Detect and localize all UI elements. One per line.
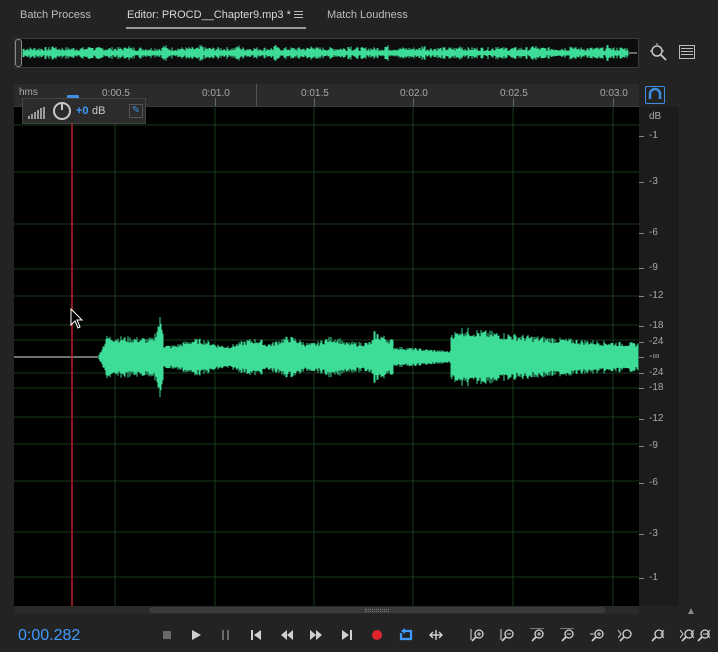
amplitude-hud: +0 dB ✎ — [22, 98, 146, 124]
db-scale-tick — [639, 182, 644, 183]
db-scale-tick — [639, 268, 644, 269]
level-meter-icon — [28, 106, 48, 119]
db-scale-tick — [639, 483, 644, 484]
zoom-full-icon[interactable] — [586, 626, 608, 644]
db-scale-tick — [639, 357, 644, 358]
pause-icon[interactable] — [215, 626, 237, 644]
zoom-in-amplitude-icon[interactable] — [466, 626, 488, 644]
rewind-icon[interactable] — [276, 626, 298, 644]
zoom-to-fit-icon[interactable] — [649, 42, 669, 62]
db-scale-tick — [639, 342, 644, 343]
db-scale-label: -24 — [649, 336, 664, 347]
zoom-in-at-end-icon[interactable] — [646, 626, 668, 644]
db-scale-label: -6 — [649, 227, 658, 238]
play-icon[interactable] — [185, 626, 207, 644]
gain-value[interactable]: +0 — [76, 105, 89, 117]
tab-batch-process[interactable]: Batch Process — [20, 9, 91, 21]
db-scale: dB -1 -3 -6 -9 -12 -18 -24 -∞ -24 -18 -12 -9 -6 -3 -1 — [639, 107, 679, 606]
db-scale-label: -3 — [649, 176, 658, 187]
db-scale-label: -18 — [649, 382, 664, 393]
db-scale-label: -9 — [649, 262, 658, 273]
zoom-out-amplitude-icon[interactable] — [496, 626, 518, 644]
db-scale-label: -24 — [649, 367, 664, 378]
overview-range-handle[interactable] — [15, 39, 22, 67]
gain-knob[interactable] — [53, 102, 71, 120]
ruler-tick — [413, 98, 414, 106]
db-scale-tick — [639, 233, 644, 234]
stop-icon[interactable] — [156, 626, 178, 644]
db-scale-label: -12 — [649, 413, 664, 424]
overview-wave-path — [22, 45, 629, 61]
ruler-marker — [256, 84, 257, 106]
db-scale-label: -6 — [649, 477, 658, 488]
waveform-editor[interactable] — [14, 107, 639, 606]
zoom-out-time-icon[interactable] — [556, 626, 578, 644]
waveform-path — [98, 317, 639, 397]
db-scale-tick — [639, 534, 644, 535]
pin-icon[interactable]: ✎ — [129, 104, 143, 118]
overview-waveform — [22, 45, 637, 61]
skip-selection-icon[interactable] — [425, 626, 447, 644]
db-scale-tick — [639, 446, 644, 447]
active-tab-underline — [126, 27, 306, 29]
go-to-start-icon[interactable] — [245, 626, 267, 644]
db-scale-tick — [639, 373, 644, 374]
ruler-tick — [314, 98, 315, 106]
db-scale-label: -12 — [649, 290, 664, 301]
loop-icon[interactable] — [395, 626, 417, 644]
zoom-in-at-start-icon[interactable] — [614, 626, 636, 644]
waveform-display — [14, 107, 639, 606]
db-scale-label: -1 — [649, 130, 658, 141]
tab-bar: Batch Process Editor: PROCD__Chapter9.mp… — [0, 0, 718, 36]
db-scale-tick — [639, 419, 644, 420]
db-scale-label: -9 — [649, 440, 658, 451]
fast-forward-icon[interactable] — [305, 626, 327, 644]
go-to-end-icon[interactable] — [336, 626, 358, 644]
zoom-out-full-icon[interactable] — [692, 626, 714, 644]
zoom-in-time-icon[interactable] — [526, 626, 548, 644]
db-unit-label: dB — [649, 111, 662, 122]
time-format-label: hms — [19, 87, 38, 98]
tab-editor[interactable]: Editor: PROCD__Chapter9.mp3 * — [127, 9, 291, 21]
db-scale-tick — [639, 326, 644, 327]
horizontal-scrollbar[interactable] — [14, 606, 639, 614]
db-scale-label: -1 — [649, 572, 658, 583]
scrollbar-thumb[interactable] — [149, 607, 605, 613]
ruler-tick — [613, 98, 614, 106]
tab-match-loudness[interactable]: Match Loudness — [327, 9, 408, 21]
transport-bar: 0:00.282 — [0, 616, 718, 652]
db-scale-tick — [639, 388, 644, 389]
db-scale-tick — [639, 578, 644, 579]
db-scale-label: -18 — [649, 320, 664, 331]
ruler-tick — [215, 98, 216, 106]
record-icon[interactable] — [366, 626, 388, 644]
db-scale-label: -3 — [649, 528, 658, 539]
db-scale-tick — [639, 296, 644, 297]
gain-unit: dB — [92, 105, 106, 117]
db-scale-label: -∞ — [649, 351, 660, 362]
waveform-overview[interactable] — [14, 38, 639, 68]
scrollbar-grip — [365, 609, 389, 612]
db-scale-tick — [639, 136, 644, 137]
panel-menu-icon[interactable] — [679, 45, 695, 59]
snap-magnet-icon[interactable] — [645, 86, 665, 104]
ruler-tick — [513, 98, 514, 106]
tab-menu-icon[interactable] — [294, 11, 303, 19]
current-time-display[interactable]: 0:00.282 — [18, 627, 80, 645]
